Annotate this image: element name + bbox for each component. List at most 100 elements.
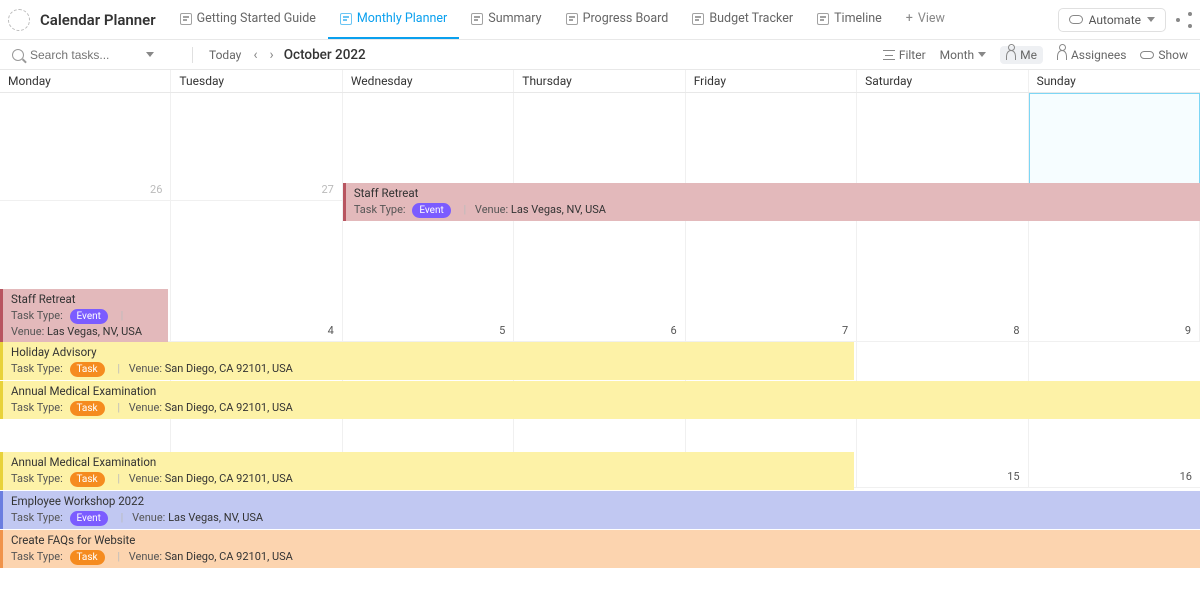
tab-label: Budget Tracker [709, 11, 793, 26]
prev-month-button[interactable]: ‹ [247, 47, 263, 63]
board-icon [566, 13, 578, 25]
chevron-down-icon [1147, 17, 1155, 22]
search-wrap [12, 48, 182, 62]
day-header: Sunday [1029, 70, 1200, 92]
venue-label: Venue: [129, 472, 162, 485]
tab-monthly-planner[interactable]: Monthly Planner [328, 0, 459, 39]
date-number: 4 [328, 324, 334, 337]
calendar: Monday Tuesday Wednesday Thursday Friday… [0, 70, 1200, 488]
date-number: 6 [671, 324, 677, 337]
people-icon [1057, 50, 1067, 60]
tab-budget-tracker[interactable]: Budget Tracker [680, 0, 805, 39]
event-holiday-advisory[interactable]: Holiday Advisory Task Type: Task | Venue… [0, 342, 854, 380]
event-meta: Task Type: Task | Venue: San Diego, CA 9… [11, 362, 848, 378]
date-number: 15 [1007, 470, 1019, 483]
show-label: Show [1158, 48, 1188, 62]
assignees-label: Assignees [1071, 48, 1126, 62]
day-cell[interactable]: 27 [171, 93, 342, 201]
venue-value: San Diego, CA 92101, USA [165, 472, 293, 485]
month-dropdown[interactable]: Month [940, 48, 986, 62]
task-type-label: Task Type: [354, 203, 406, 216]
date-number: 16 [1180, 470, 1192, 483]
automate-icon [1069, 15, 1083, 24]
day-cell[interactable]: 6 [514, 201, 685, 342]
list-icon [471, 13, 483, 25]
tab-getting-started[interactable]: Getting Started Guide [168, 0, 328, 39]
timeline-icon [817, 13, 829, 25]
tab-timeline[interactable]: Timeline [805, 0, 894, 39]
tab-label: Progress Board [583, 11, 669, 26]
venue-value: Las Vegas, NV, USA [511, 203, 606, 216]
tab-label: Summary [488, 11, 541, 26]
calendar-icon [340, 13, 352, 25]
chevron-down-icon [978, 52, 986, 57]
today-button[interactable]: Today [203, 48, 247, 62]
me-filter[interactable]: Me [1000, 46, 1043, 64]
app-logo-icon [8, 9, 30, 31]
person-icon [1006, 50, 1016, 60]
assignees-button[interactable]: Assignees [1057, 48, 1126, 62]
venue-label: Venue: [11, 325, 44, 338]
task-type-label: Task Type: [11, 362, 63, 375]
task-type-label: Task Type: [11, 309, 63, 322]
event-meta: Task Type: Event | Venue: Las Vegas, NV,… [354, 203, 1194, 219]
task-type-pill: Task [70, 401, 105, 417]
toolbar-right: Filter Month Me Assignees Show [883, 46, 1188, 64]
event-staff-retreat[interactable]: Staff Retreat Task Type: Event | Venue: … [343, 183, 1200, 221]
event-annual-medical[interactable]: Annual Medical Examination Task Type: Ta… [0, 381, 1200, 419]
event-title: Annual Medical Examination [11, 384, 1194, 400]
search-input[interactable] [30, 48, 140, 62]
event-title: Create FAQs for Website [11, 533, 1194, 549]
filter-label: Filter [899, 48, 926, 62]
event-type-pill: Event [70, 511, 108, 527]
day-cell[interactable]: 9 [1029, 201, 1200, 342]
venue-value: San Diego, CA 92101, USA [165, 550, 293, 563]
tab-summary[interactable]: Summary [459, 0, 553, 39]
event-meta: Task Type: Task | Venue: San Diego, CA 9… [11, 401, 1194, 417]
event-annual-medical-cont[interactable]: Annual Medical Examination Task Type: Ta… [0, 452, 854, 490]
sheet-icon [692, 13, 704, 25]
automate-label: Automate [1089, 13, 1141, 27]
day-header: Thursday [514, 70, 685, 92]
event-title: Annual Medical Examination [11, 455, 848, 471]
task-type-label: Task Type: [11, 550, 63, 563]
automate-button[interactable]: Automate [1058, 8, 1166, 32]
day-cell[interactable]: 8 [857, 201, 1028, 342]
view-tabs: Getting Started Guide Monthly Planner Su… [168, 0, 957, 39]
chevron-down-icon[interactable] [146, 52, 154, 57]
filter-button[interactable]: Filter [883, 48, 926, 62]
venue-value: San Diego, CA 92101, USA [165, 362, 293, 375]
event-title: Employee Workshop 2022 [11, 494, 1194, 510]
day-cell[interactable]: 26 [0, 93, 171, 201]
event-employee-workshop[interactable]: Employee Workshop 2022 Task Type: Event … [0, 491, 1200, 529]
event-meta: Task Type: Event | Venue: Las Vegas, NV,… [11, 511, 1194, 527]
top-bar: Calendar Planner Getting Started Guide M… [0, 0, 1200, 40]
venue-label: Venue: [132, 511, 165, 524]
date-number: 5 [499, 324, 505, 337]
task-type-label: Task Type: [11, 472, 63, 485]
plus-icon: + [906, 11, 913, 26]
day-header: Tuesday [171, 70, 342, 92]
task-type-pill: Task [70, 550, 105, 566]
venue-label: Venue: [129, 550, 162, 563]
event-staff-retreat-cont[interactable]: Staff Retreat Task Type: Event | Venue: … [0, 289, 168, 343]
page-title: Calendar Planner [40, 11, 156, 29]
next-month-button[interactable]: › [264, 47, 280, 63]
filter-icon [883, 50, 895, 60]
show-button[interactable]: Show [1140, 48, 1188, 62]
date-number: 8 [1013, 324, 1019, 337]
day-cell[interactable]: 7 [686, 201, 857, 342]
event-title: Staff Retreat [354, 186, 1194, 202]
share-icon[interactable] [1176, 12, 1192, 28]
event-create-faqs[interactable]: Create FAQs for Website Task Type: Task … [0, 530, 1200, 568]
task-type-label: Task Type: [11, 401, 63, 414]
event-type-pill: Event [412, 203, 450, 219]
date-number: 9 [1185, 324, 1191, 337]
add-view-button[interactable]: +View [894, 0, 957, 39]
day-cell[interactable]: 4 [171, 201, 342, 342]
venue-value: Las Vegas, NV, USA [168, 511, 263, 524]
task-type-pill: Task [70, 362, 105, 378]
tab-progress-board[interactable]: Progress Board [554, 0, 681, 39]
date-number: 26 [150, 183, 162, 196]
day-cell[interactable]: 5 [343, 201, 514, 342]
